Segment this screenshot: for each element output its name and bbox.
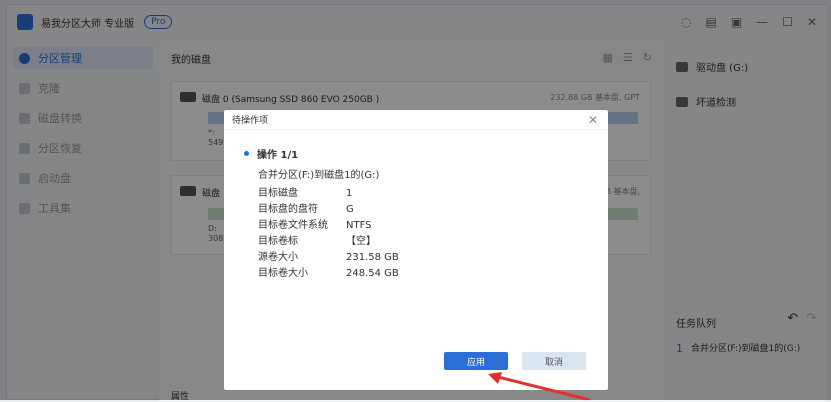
detail-key: 目标卷标 — [258, 236, 298, 247]
detail-key: 目标磁盘 — [258, 188, 298, 199]
detail-value: 1 — [346, 188, 353, 199]
detail-row: 目标卷文件系统 NTFS — [258, 216, 372, 231]
apply-button[interactable]: 应用 — [444, 352, 508, 370]
cancel-button[interactable]: 取消 — [522, 352, 586, 370]
close-icon[interactable]: ✕ — [588, 113, 598, 127]
detail-key: 目标盘的盘符 — [258, 204, 318, 215]
dialog-header: 待操作项 — [224, 110, 608, 130]
detail-key: 源卷大小 — [258, 252, 298, 263]
detail-row: 源卷大小 231.58 GB — [258, 248, 399, 263]
detail-row: 目标卷标 【空】 — [258, 232, 376, 247]
operation-title: 操作 1/1 — [244, 146, 298, 161]
pending-operations-dialog: 待操作项 ✕ 操作 1/1 合并分区(F:)到磁盘1的(G:) 目标磁盘 1 目标… — [224, 110, 608, 390]
detail-key: 目标卷文件系统 — [258, 220, 328, 231]
detail-value: 231.58 GB — [346, 252, 399, 263]
dialog-title: 待操作项 — [232, 116, 269, 126]
detail-value: G — [346, 204, 354, 215]
detail-row: 目标磁盘 1 — [258, 184, 352, 199]
detail-value: 248.54 GB — [346, 268, 399, 279]
detail-key: 目标卷大小 — [258, 268, 308, 279]
detail-row: 目标卷大小 248.54 GB — [258, 264, 399, 279]
operation-title-text: 操作 1/1 — [257, 150, 299, 161]
detail-value: 【空】 — [346, 236, 376, 247]
detail-row: 目标盘的盘符 G — [258, 200, 354, 215]
bullet-icon — [244, 151, 249, 156]
operation-description: 合并分区(F:)到磁盘1的(G:) — [258, 170, 380, 181]
pointer-arrow-icon — [488, 372, 591, 400]
detail-value: NTFS — [346, 220, 372, 231]
